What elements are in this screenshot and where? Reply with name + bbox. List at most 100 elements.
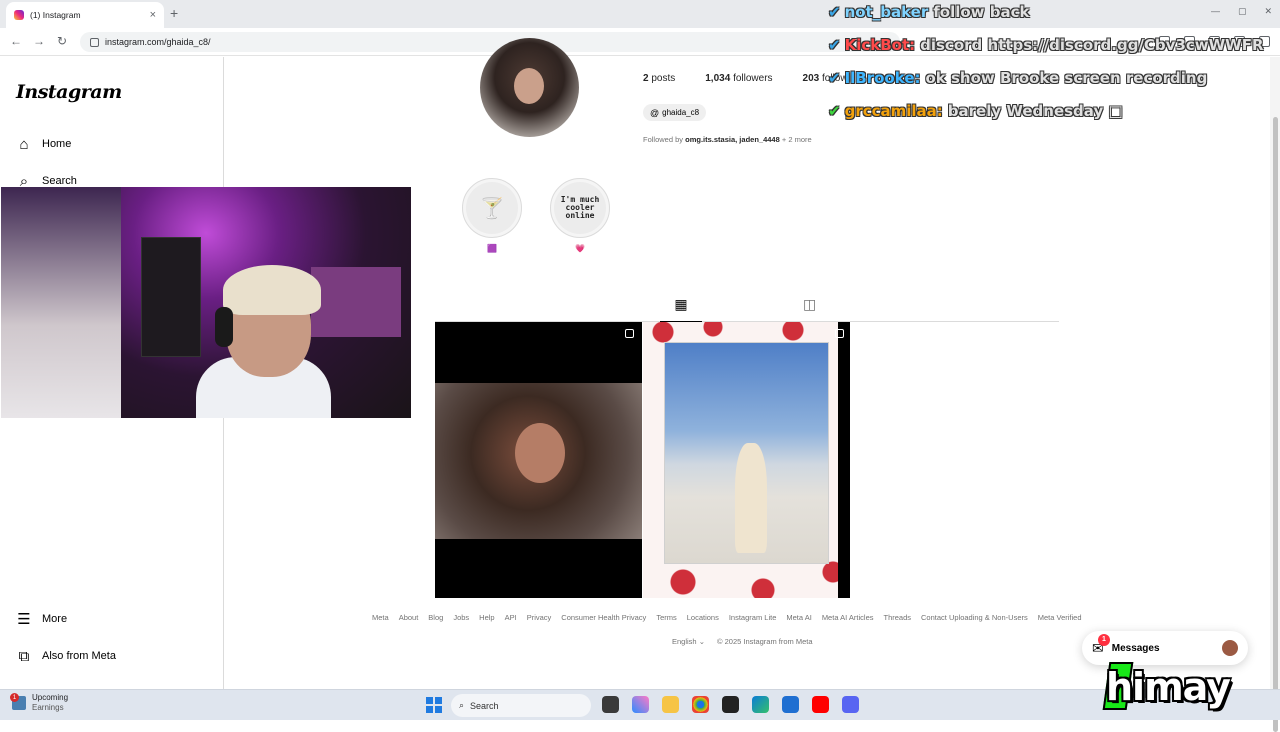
streamer-cap	[223, 265, 321, 315]
widgets-button[interactable]: 1 Upcoming Earnings	[10, 693, 68, 713]
messages-button[interactable]: ✉ 1 Messages	[1082, 631, 1248, 665]
tab-tagged[interactable]: ◫	[803, 296, 816, 313]
youtube-icon[interactable]	[812, 696, 829, 713]
windows-start-icon[interactable]	[426, 697, 442, 713]
post-thumbnail[interactable]	[643, 322, 850, 598]
footer-link[interactable]: Meta AI Articles	[822, 613, 874, 622]
followers-stat[interactable]: 1,034 followers	[705, 73, 772, 84]
messages-label: Messages	[1111, 642, 1160, 654]
webcam-background-monitor	[311, 267, 401, 337]
tab-posts-grid[interactable]: ▦	[660, 296, 702, 322]
post-image	[664, 342, 829, 564]
copyright-text: © 2025 Instagram from Meta	[717, 637, 813, 646]
highlight-cover-text: I'm much cooler online	[554, 182, 606, 234]
chat-text: follow back	[933, 3, 1030, 21]
verified-check-icon: ✔	[828, 3, 841, 21]
search-icon: ⌕	[459, 700, 465, 710]
highlight-label: 🟪	[487, 244, 497, 253]
footer-link[interactable]: API	[505, 613, 517, 622]
footer-link[interactable]: Meta Verified	[1038, 613, 1082, 622]
streamer-watermark: himay	[1106, 665, 1231, 709]
footer-link[interactable]: Threads	[884, 613, 912, 622]
verified-check-icon: ✔	[828, 36, 841, 54]
webcam-background-wall	[1, 187, 121, 418]
post-edge-stripe	[838, 322, 850, 598]
posts-stat: 2 posts	[643, 73, 676, 84]
obs-icon[interactable]	[722, 696, 739, 713]
sidebar-item-label: Also from Meta	[42, 650, 116, 662]
file-explorer-icon[interactable]	[662, 696, 679, 713]
browser-tab[interactable]: (1) Instagram ×	[6, 2, 164, 28]
carousel-icon	[835, 329, 844, 338]
story-highlight[interactable]: 🍸	[462, 178, 522, 238]
footer-link[interactable]: Consumer Health Privacy	[561, 613, 646, 622]
martini-highlight-cover: 🍸	[466, 182, 518, 234]
windows-taskbar: 1 Upcoming Earnings ⌕ Search	[0, 689, 1280, 720]
threads-badge[interactable]: @ ghaida_c8	[643, 104, 707, 121]
footer-link[interactable]: Meta	[372, 613, 389, 622]
footer-link[interactable]: Jobs	[453, 613, 469, 622]
followed-by-text[interactable]: Followed by omg.its.stasia, jaden_4448 +…	[643, 135, 812, 144]
tagged-icon: ◫	[803, 296, 817, 312]
instagram-favicon-icon	[14, 10, 24, 20]
sidebar-item-label: Home	[42, 138, 72, 150]
chat-username: not_baker	[844, 3, 929, 21]
close-tab-icon[interactable]: ×	[150, 9, 156, 21]
instagram-logo[interactable]: Instagram	[16, 81, 122, 103]
streamer-headset	[215, 307, 233, 347]
verified-check-icon: ✔	[828, 69, 841, 87]
home-icon: ⌂	[19, 135, 29, 153]
footer-link[interactable]: Terms	[656, 613, 676, 622]
threads-handle: ghaida_c8	[662, 108, 700, 117]
footer-links: Meta About Blog Jobs Help API Privacy Co…	[372, 613, 1082, 622]
sidebar-item-also-from-meta[interactable]: ⧉ Also from Meta	[16, 648, 116, 665]
edge-icon[interactable]	[752, 696, 769, 713]
sidebar-item-label: More	[42, 613, 68, 625]
chat-text: ok show Brooke screen recording	[925, 69, 1208, 87]
task-view-icon[interactable]	[602, 696, 619, 713]
chevron-down-icon: ⌄	[698, 637, 705, 646]
menu-icon: ☰	[17, 611, 31, 628]
widgets-icon: 1	[10, 693, 26, 710]
url-text: instagram.com/ghaida_c8/	[105, 37, 211, 47]
discord-icon[interactable]	[842, 696, 859, 713]
footer-link[interactable]: Locations	[687, 613, 719, 622]
chrome-icon[interactable]	[692, 696, 709, 713]
messenger-icon: ✉ 1	[1092, 633, 1110, 657]
forward-icon[interactable]: →	[33, 34, 45, 48]
highlight-label: 💗	[575, 244, 585, 253]
webcam-overlay	[1, 187, 411, 418]
footer-link[interactable]: Help	[479, 613, 494, 622]
footer-link[interactable]: Meta AI	[786, 613, 811, 622]
url-bar[interactable]: instagram.com/ghaida_c8/	[80, 32, 900, 52]
taskbar-apps	[602, 696, 859, 713]
martini-icon: 🍸	[479, 196, 505, 220]
tab-title: (1) Instagram	[30, 10, 81, 20]
footer-link[interactable]: About	[399, 613, 419, 622]
close-window-icon[interactable]: ✕	[1264, 6, 1272, 17]
footer-link[interactable]: Blog	[428, 613, 443, 622]
site-info-icon[interactable]	[90, 37, 99, 47]
language-select[interactable]: English ⌄	[672, 637, 705, 646]
verified-check-icon: ✔	[828, 102, 841, 120]
reload-icon[interactable]: ↻	[57, 34, 67, 48]
profile-avatar[interactable]	[480, 38, 579, 137]
sidebar-item-home[interactable]: ⌂ Home	[16, 135, 72, 153]
footer-link[interactable]: Instagram Lite	[729, 613, 777, 622]
webcam-background-shelf	[141, 237, 201, 357]
new-tab-button[interactable]: +	[170, 5, 178, 21]
post-thumbnail[interactable]	[435, 322, 642, 598]
back-icon[interactable]: ←	[10, 34, 22, 48]
sidebar-item-more[interactable]: ☰ More	[16, 611, 68, 628]
page-scrollbar[interactable]	[1270, 57, 1280, 732]
footer-link[interactable]: Privacy	[527, 613, 552, 622]
unread-badge: 1	[1098, 633, 1110, 646]
chat-message: ✔ KickBot: discord https://discord.gg/Cb…	[828, 29, 1264, 62]
story-highlight[interactable]: I'm much cooler online	[550, 178, 610, 238]
stream-chat-overlay: ✔ not_baker follow back ✔ KickBot: disco…	[828, 0, 1264, 128]
taskbar-search[interactable]: ⌕ Search	[451, 694, 591, 717]
scrollbar-thumb[interactable]	[1273, 117, 1278, 732]
footer-link[interactable]: Contact Uploading & Non-Users	[921, 613, 1028, 622]
store-icon[interactable]	[782, 696, 799, 713]
copilot-icon[interactable]	[632, 696, 649, 713]
